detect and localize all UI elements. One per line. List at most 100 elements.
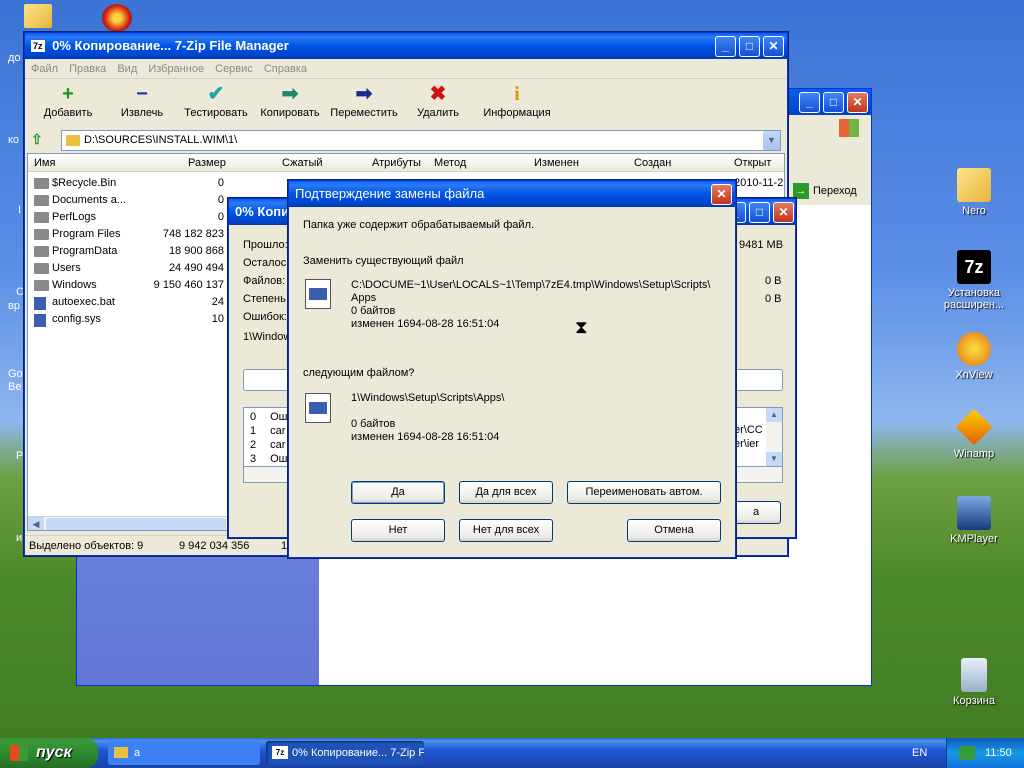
existing-file-path: C:\DOCUME~1\User\LOCALS~1\Temp\7zE4.tmp\… [351,279,711,291]
plus-icon: + [62,83,74,105]
progress-value: 0 B [765,275,782,287]
folder-icon-topleft[interactable] [24,4,52,28]
minimize-button[interactable]: _ [715,36,736,57]
desktop-icon-winamp[interactable]: Winamp [936,408,1012,460]
tool-label: Добавить [43,107,93,119]
left-frag: вр [8,300,20,312]
left-frag: I [18,204,22,216]
horizontal-scrollbar[interactable]: ◀ [28,516,238,530]
desktop-icon-7zip[interactable]: 7z Установка расширен... [936,250,1012,311]
col-accessed[interactable]: Открыт [734,154,771,172]
cancel-button[interactable]: Отмена [627,519,721,542]
menu-file[interactable]: Файл [31,63,58,75]
copy-button[interactable]: ➡ Копировать [253,79,327,127]
scroll-up-button[interactable]: ▲ [766,408,782,422]
progress-close-button[interactable]: ✕ [773,202,794,223]
maximize-button[interactable]: □ [739,36,760,57]
address-dropdown-button[interactable]: ▼ [763,131,780,150]
new-file-path: 1\Windows\Setup\Scripts\Apps\ [351,392,505,404]
row-name: $Recycle.Bin [52,177,117,189]
7zip-task-icon: 7z [272,746,288,759]
menu-help[interactable]: Справка [264,63,307,75]
delete-button[interactable]: ✖ Удалить [401,79,475,127]
col-modified[interactable]: Изменен [534,154,579,172]
col-name[interactable]: Имя [34,154,55,172]
up-folder-button[interactable]: ⇧ [31,131,49,149]
new-file-icon [305,393,331,423]
taskbar-item-folder[interactable]: а [108,741,260,765]
info-button[interactable]: i Информация [475,79,559,127]
folder-icon [34,280,49,291]
test-button[interactable]: ✔ Тестировать [179,79,253,127]
explorer-minimize-button[interactable]: _ [799,92,820,113]
start-button[interactable]: пуск [0,738,98,768]
col-packed[interactable]: Сжатый [282,154,323,172]
explorer-close-button[interactable]: ✕ [847,92,868,113]
scroll-left-button[interactable]: ◀ [28,517,44,530]
log-vscrollbar[interactable]: ▲ ▼ [766,408,782,466]
yes-button[interactable]: Да [351,481,445,504]
desktop-icon-kmplayer[interactable]: KMPlayer [936,496,1012,545]
replace-existing-label: Заменить существующий файл [303,255,464,267]
left-frag: и [16,532,23,544]
windows-flag-icon [839,119,859,137]
col-method[interactable]: Метод [434,154,466,172]
col-size[interactable]: Размер [188,154,226,172]
info-icon: i [514,83,520,105]
progress-path: 1\Window [243,331,292,343]
no-to-all-button[interactable]: Нет для всех [459,519,553,542]
desktop-icon-xnview[interactable]: XnView [936,332,1012,381]
main-titlebar[interactable]: 7z 0% Копирование... 7-Zip File Manager … [25,33,787,59]
menu-tools[interactable]: Сервис [215,63,253,75]
add-button[interactable]: + Добавить [31,79,105,127]
taskbar-item-7zip[interactable]: 7z 0% Копирование... 7-Zip File Manager [266,741,424,765]
file-icon [34,314,46,327]
address-bar[interactable]: D:\SOURCES\INSTALL.WIM\1\ ▼ [61,130,781,151]
desktop-icon-nero[interactable]: Nero [936,168,1012,217]
close-button[interactable]: ✕ [763,36,784,57]
menu-favorites[interactable]: Избранное [148,63,204,75]
network-tray-icon[interactable] [959,746,975,760]
folder-icon [34,263,49,274]
left-frag: Go [8,368,23,380]
taskbar: пуск а 7z 0% Копирование... 7-Zip File M… [0,738,1024,768]
goto-button[interactable]: → Переход [793,183,857,199]
col-attributes[interactable]: Атрибуты [372,154,421,172]
menu-edit[interactable]: Правка [69,63,106,75]
language-indicator[interactable]: EN [912,738,927,768]
tool-label: Извлечь [120,107,164,119]
log-text: Ош [270,411,288,423]
move-arrow-icon: ➡ [355,83,373,105]
auto-rename-button[interactable]: Переименовать автом. [567,481,721,504]
existing-file-modified: изменен 1694-08-28 16:51:04 [351,318,500,330]
extract-button[interactable]: − Извлечь [105,79,179,127]
desktop-icon-label: Установка расширен... [943,287,1005,311]
explorer-maximize-button[interactable]: □ [823,92,844,113]
log-right-text: er\ier [734,438,760,450]
left-frag: Be [8,381,22,393]
row-name: ProgramData [52,245,118,257]
desktop-icon-recycle-bin[interactable]: Корзина [936,658,1012,707]
app-icon-topleft[interactable] [102,4,132,32]
log-num: 0 [250,411,257,423]
dialog-close-button[interactable]: ✕ [711,184,732,205]
winamp-icon [955,408,993,446]
status-extra: 1 [281,540,288,552]
log-text: car [270,439,286,451]
existing-file-size: 0 байтов [351,305,396,317]
move-button[interactable]: ➡ Переместить [327,79,401,127]
folder-small-icon [66,135,80,146]
dialog-titlebar[interactable]: Подтверждение замены файла ✕ [289,181,735,207]
existing-file-name: Apps [351,292,377,304]
scroll-thumb[interactable] [46,518,226,530]
address-path: D:\SOURCES\INSTALL.WIM\1\ [84,134,238,146]
progress-maximize-button[interactable]: □ [749,202,770,223]
menu-view[interactable]: Вид [117,63,137,75]
delete-x-icon: ✖ [429,83,447,105]
yes-to-all-button[interactable]: Да для всех [459,481,553,504]
col-created[interactable]: Создан [634,154,671,172]
no-button[interactable]: Нет [351,519,445,542]
windows-logo-icon [10,745,28,761]
scroll-down-button[interactable]: ▼ [766,452,782,466]
progress-total-value: 9481 MB [739,239,784,251]
